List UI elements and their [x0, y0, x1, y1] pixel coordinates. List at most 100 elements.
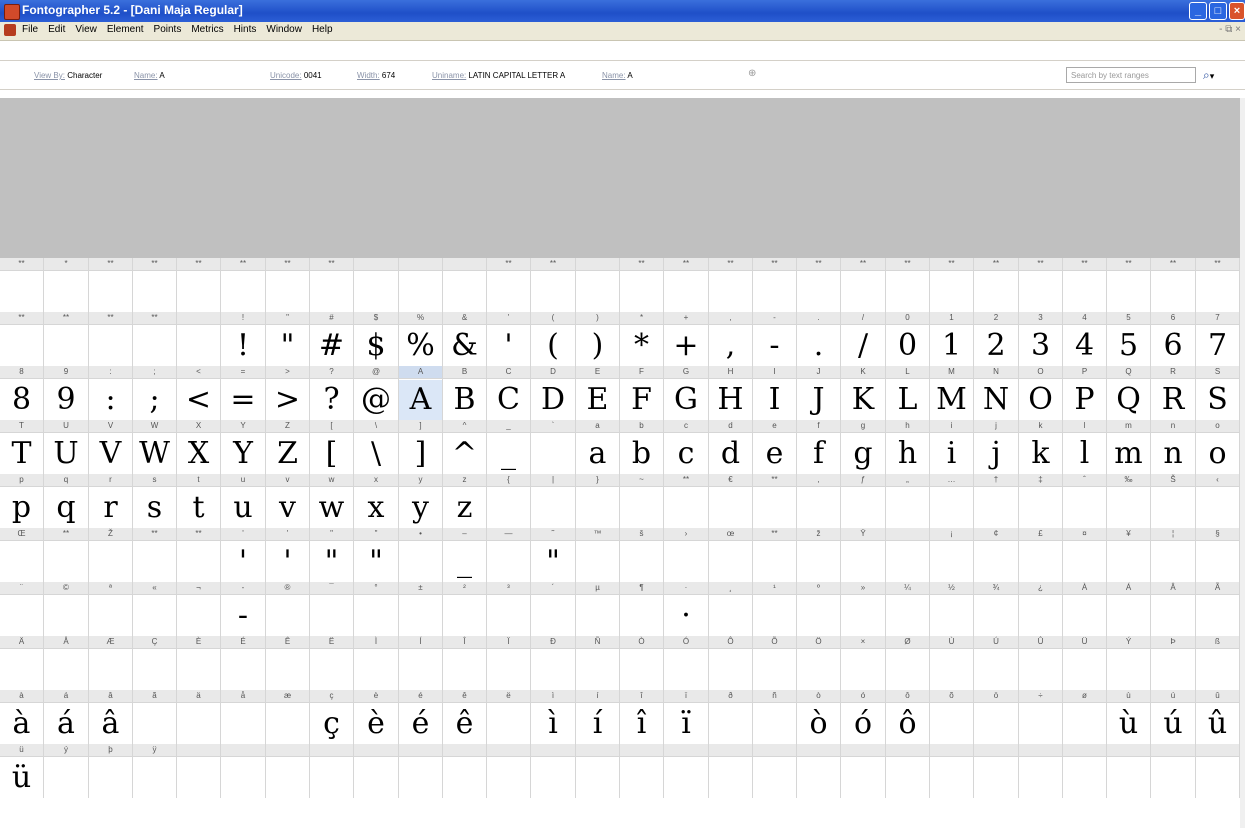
glyph-cell[interactable]: òò — [797, 690, 841, 744]
search-icon[interactable]: ⌕▾ — [1203, 68, 1214, 83]
glyph-cell[interactable]: _ _ — [487, 420, 531, 474]
glyph-cell[interactable]: 44 — [1063, 312, 1107, 366]
glyph-cell[interactable]: — — [487, 528, 531, 582]
glyph-cell[interactable]: ½ — [930, 582, 974, 636]
glyph-cell[interactable]: " " — [354, 528, 399, 582]
glyph-cell[interactable]: ' ' — [487, 312, 531, 366]
glyph-cell[interactable]: EE — [576, 366, 620, 420]
glyph-cell[interactable]: ** — [0, 312, 44, 366]
glyph-cell[interactable]: ** — [753, 258, 797, 312]
glyph-cell[interactable]: 00 — [886, 312, 930, 366]
glyph-cell[interactable]: ‰ — [1107, 474, 1151, 528]
glyph-cell[interactable]: Ž — [89, 528, 133, 582]
menu-help[interactable]: Help — [312, 24, 333, 35]
search-input[interactable]: Search by text ranges — [1066, 67, 1196, 83]
glyph-cell[interactable]: Š — [1151, 474, 1196, 528]
glyph-cell[interactable]: ** — [709, 258, 753, 312]
glyph-cell[interactable] — [443, 744, 487, 798]
glyph-cell[interactable] — [576, 258, 620, 312]
glyph-cell[interactable]: · · — [664, 582, 709, 636]
glyph-cell[interactable]: ª — [89, 582, 133, 636]
glyph-cell[interactable]: ** — [664, 474, 709, 528]
glyph-cell[interactable]: àà — [0, 690, 44, 744]
glyph-cell[interactable] — [310, 744, 354, 798]
glyph-cell[interactable] — [354, 744, 399, 798]
glyph-cell[interactable]: µ — [576, 582, 620, 636]
glyph-cell[interactable]: Ñ — [576, 636, 620, 690]
glyph-cell[interactable]: » — [841, 582, 886, 636]
glyph-cell[interactable]: óó — [841, 690, 886, 744]
glyph-cell[interactable] — [974, 744, 1019, 798]
glyph-cell[interactable]: çç — [310, 690, 354, 744]
glyph-cell[interactable]: .. — [797, 312, 841, 366]
glyph-cell[interactable]: ôô — [886, 690, 930, 744]
glyph-cell[interactable]: 99 — [44, 366, 89, 420]
glyph-cell[interactable]: ww — [310, 474, 354, 528]
glyph-cell[interactable]: … — [930, 474, 974, 528]
glyph-cell[interactable]: íí — [576, 690, 620, 744]
glyph-cell[interactable]: ã — [133, 690, 177, 744]
name2-label[interactable]: Name: — [602, 71, 626, 80]
glyph-cell[interactable]: ' ' — [221, 528, 266, 582]
menu-hints[interactable]: Hints — [234, 24, 257, 35]
glyph-cell[interactable]: )) — [576, 312, 620, 366]
glyph-cell[interactable] — [1019, 744, 1063, 798]
glyph-cell[interactable]: JJ — [797, 366, 841, 420]
glyph-cell[interactable]: ± — [399, 582, 443, 636]
glyph-cell[interactable]: vv — [266, 474, 310, 528]
document-icon[interactable] — [4, 24, 16, 36]
glyph-cell[interactable]: ** — [1196, 258, 1240, 312]
glyph-cell[interactable]: Û — [1019, 636, 1063, 690]
glyph-cell[interactable]: ¼ — [886, 582, 930, 636]
glyph-cell[interactable] — [177, 312, 221, 366]
menu-metrics[interactable]: Metrics — [191, 24, 223, 35]
glyph-cell[interactable]: $ $ — [354, 312, 399, 366]
glyph-cell[interactable]: !! — [221, 312, 266, 366]
glyph-cell[interactable]: ** — [620, 312, 664, 366]
glyph-cell[interactable]: ³ — [487, 582, 531, 636]
glyph-cell[interactable]: ` — [531, 420, 576, 474]
glyph-cell[interactable]: É — [221, 636, 266, 690]
glyph-cell[interactable]: ** — [44, 312, 89, 366]
glyph-cell[interactable]: ÿ — [133, 744, 177, 798]
glyph-cell[interactable] — [399, 744, 443, 798]
glyph-cell[interactable]: ** — [133, 312, 177, 366]
glyph-cell[interactable]: Ü — [1063, 636, 1107, 690]
glyph-cell[interactable]: ii — [930, 420, 974, 474]
glyph-cell[interactable]: * — [44, 258, 89, 312]
width-label[interactable]: Width: — [357, 71, 380, 80]
minimize-button[interactable]: _ — [1189, 2, 1207, 20]
glyph-cell[interactable]: uu — [221, 474, 266, 528]
unicode-field[interactable]: Unicode: 0041 — [270, 71, 322, 80]
glyph-cell[interactable] — [266, 744, 310, 798]
glyph-cell[interactable]: aa — [576, 420, 620, 474]
glyph-cell[interactable]: ' ' — [266, 528, 310, 582]
glyph-cell[interactable]: ** — [1019, 258, 1063, 312]
glyph-cell[interactable]: XX — [177, 420, 221, 474]
glyph-cell[interactable] — [443, 258, 487, 312]
glyph-cell[interactable]: mm — [1107, 420, 1151, 474]
glyph-cell[interactable]: ** — [310, 258, 354, 312]
uniname-field[interactable]: Uniname: LATIN CAPITAL LETTER A — [432, 71, 565, 80]
glyph-cell[interactable]: Œ — [0, 528, 44, 582]
glyph-cell[interactable]: ** — [221, 258, 266, 312]
uniname-label[interactable]: Uniname: — [432, 71, 466, 80]
glyph-cell[interactable]: › — [664, 528, 709, 582]
glyph-cell[interactable]: ** — [753, 474, 797, 528]
glyph-cell[interactable]: -- — [753, 312, 797, 366]
glyph-cell[interactable]: YY — [221, 420, 266, 474]
glyph-cell[interactable]: ¬ — [177, 582, 221, 636]
glyph-cell[interactable]: OO — [1019, 366, 1063, 420]
glyph-cell[interactable]: RR — [1151, 366, 1196, 420]
glyph-cell[interactable] — [177, 744, 221, 798]
glyph-cell[interactable]: zz — [443, 474, 487, 528]
glyph-cell[interactable]: ss — [133, 474, 177, 528]
glyph-cell[interactable]: SS — [1196, 366, 1240, 420]
glyph-cell[interactable]: :: — [89, 366, 133, 420]
glyph-cell[interactable]: îî — [620, 690, 664, 744]
glyph-cell[interactable] — [886, 744, 930, 798]
glyph-cell[interactable]: Ç — [133, 636, 177, 690]
glyph-cell[interactable]: 66 — [1151, 312, 1196, 366]
menu-points[interactable]: Points — [154, 24, 182, 35]
glyph-cell[interactable]: Ó — [664, 636, 709, 690]
